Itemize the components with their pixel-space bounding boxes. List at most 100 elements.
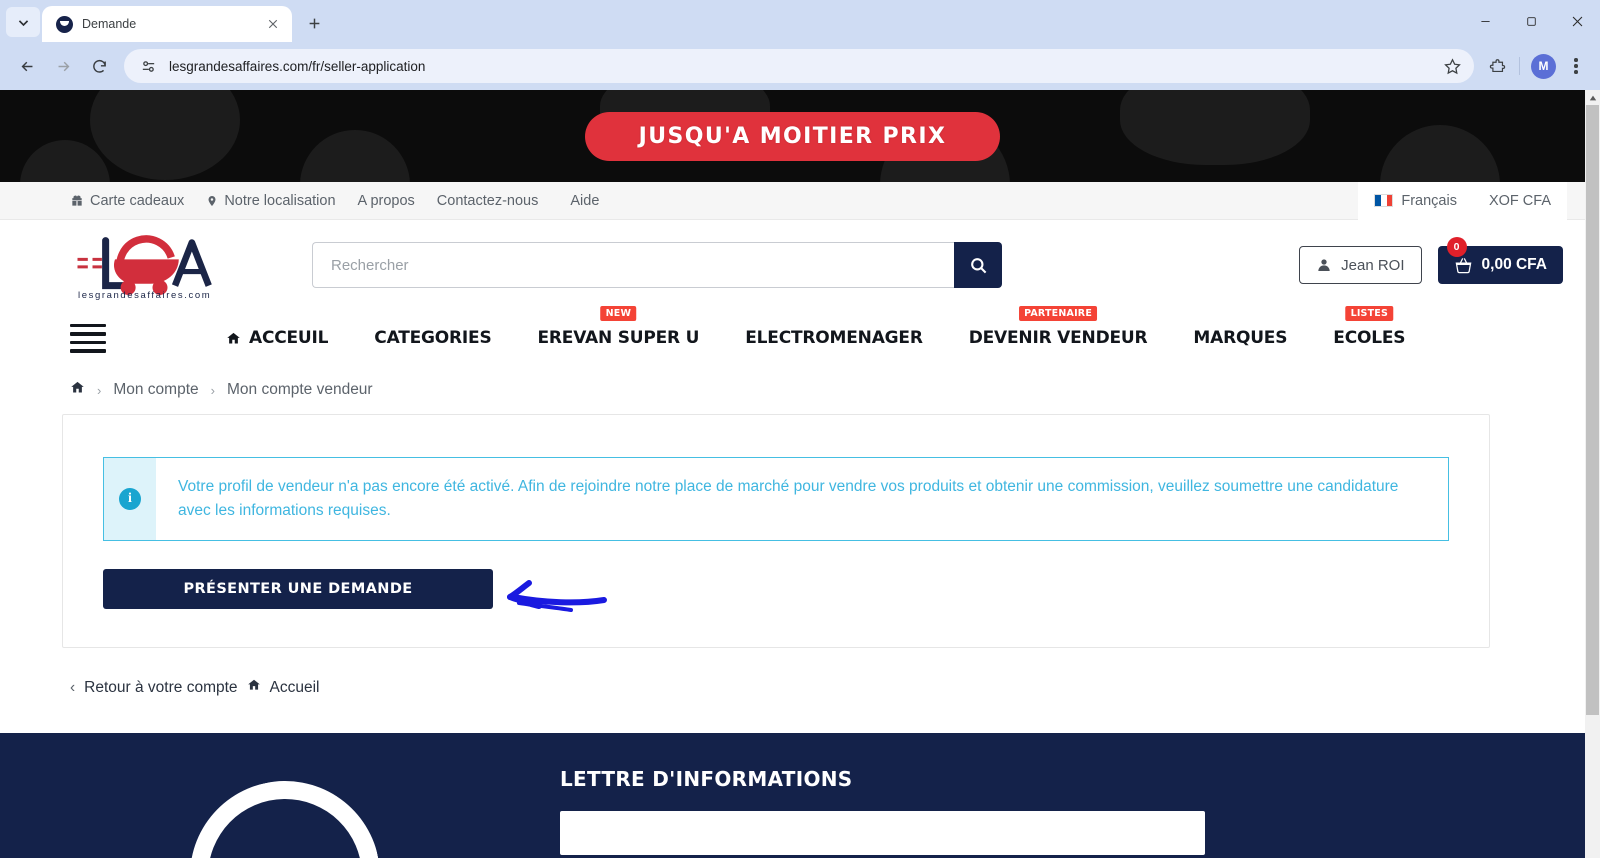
currency-selector[interactable]: XOF CFA bbox=[1472, 181, 1567, 220]
promo-banner[interactable]: JUSQU'A MOITIER PRIX bbox=[0, 90, 1585, 182]
nav-item-acceuil[interactable]: ACCEUIL bbox=[226, 328, 328, 348]
nav-label: CATEGORIES bbox=[374, 328, 492, 348]
search-input[interactable] bbox=[312, 242, 954, 288]
info-alert: i Votre profil de vendeur n'a pas encore… bbox=[103, 457, 1449, 542]
new-tab-button[interactable] bbox=[300, 9, 328, 37]
cart-amount: 0,00 CFA bbox=[1481, 256, 1547, 273]
toolbar-divider bbox=[1519, 57, 1520, 75]
language-selector[interactable]: Français bbox=[1358, 181, 1473, 220]
browser-toolbar: lesgrandesaffaires.com/fr/seller-applica… bbox=[0, 42, 1600, 90]
submit-application-button[interactable]: PRÉSENTER UNE DEMANDE bbox=[103, 569, 493, 610]
account-name: Jean ROI bbox=[1341, 256, 1405, 274]
nav-item-erevan-super-u[interactable]: NEW EREVAN SUPER U bbox=[537, 306, 700, 348]
site-header: lesgrandesaffaires.com Jean ROI 0 bbox=[0, 220, 1585, 310]
page-viewport: JUSQU'A MOITIER PRIX Carte cadeaux Notre… bbox=[0, 90, 1600, 858]
nav-item-marques[interactable]: MARQUES bbox=[1193, 328, 1287, 348]
window-controls bbox=[1462, 0, 1600, 42]
page-scrollbar[interactable] bbox=[1585, 90, 1600, 858]
topbar-right: Français XOF CFA bbox=[1358, 181, 1567, 220]
bookmark-star-icon[interactable] bbox=[1443, 57, 1462, 76]
nav-label: EREVAN SUPER U bbox=[537, 328, 700, 348]
breadcrumb-item-mon-compte-vendeur[interactable]: Mon compte vendeur bbox=[227, 381, 373, 399]
reload-icon[interactable] bbox=[82, 49, 116, 83]
breadcrumb-separator: › bbox=[97, 382, 102, 398]
nav-item-electromenager[interactable]: ELECTROMENAGER bbox=[745, 328, 923, 348]
seller-application-card: i Votre profil de vendeur n'a pas encore… bbox=[62, 414, 1490, 649]
nav-item-categories[interactable]: CATEGORIES bbox=[374, 328, 491, 348]
footer-decorative-arc bbox=[172, 763, 398, 858]
main-navigation: ACCEUIL CATEGORIES NEW EREVAN SUPER U EL… bbox=[0, 306, 1585, 366]
tab-title: Demande bbox=[82, 17, 137, 31]
nav-label: ACCEUIL bbox=[249, 328, 329, 348]
nav-badge-listes: LISTES bbox=[1345, 306, 1394, 321]
basket-icon bbox=[1455, 257, 1471, 273]
french-flag-icon bbox=[1374, 194, 1394, 207]
header-actions: Jean ROI 0 0,00 CFA bbox=[1299, 237, 1563, 284]
utility-topbar: Carte cadeaux Notre localisation A propo… bbox=[0, 181, 1585, 220]
nav-badge-partenaire: PARTENAIRE bbox=[1019, 306, 1098, 321]
search-bar bbox=[312, 242, 1002, 288]
alert-message: Votre profil de vendeur n'a pas encore é… bbox=[178, 478, 1399, 520]
breadcrumb-home-icon[interactable] bbox=[70, 380, 85, 400]
site-logo[interactable]: lesgrandesaffaires.com bbox=[70, 227, 220, 303]
account-button[interactable]: Jean ROI bbox=[1299, 246, 1422, 284]
topbar-label: Notre localisation bbox=[224, 192, 336, 209]
newsletter-title: LETTRE D'INFORMATIONS bbox=[560, 767, 853, 792]
site-settings-icon[interactable] bbox=[140, 58, 157, 75]
nav-label: MARQUES bbox=[1193, 328, 1288, 348]
breadcrumb: › Mon compte › Mon compte vendeur bbox=[0, 366, 1585, 414]
nav-item-ecoles[interactable]: LISTES ECOLES bbox=[1333, 306, 1406, 348]
breadcrumb-separator: › bbox=[210, 382, 215, 398]
promo-pill[interactable]: JUSQU'A MOITIER PRIX bbox=[584, 111, 1001, 161]
topbar-links: Carte cadeaux Notre localisation A propo… bbox=[70, 193, 599, 209]
apply-button-row: PRÉSENTER UNE DEMANDE bbox=[103, 569, 1449, 613]
back-icon[interactable] bbox=[10, 49, 44, 83]
cart-count-badge: 0 bbox=[1446, 237, 1467, 257]
newsletter-email-input[interactable] bbox=[560, 811, 1205, 856]
back-chevron-icon: ‹ bbox=[70, 678, 76, 696]
topbar-item-help[interactable]: Aide bbox=[570, 193, 599, 209]
profile-avatar[interactable]: M bbox=[1531, 53, 1556, 79]
home-icon bbox=[227, 332, 240, 343]
topbar-item-contact[interactable]: Contactez-nous bbox=[437, 193, 539, 209]
nav-label: DEVENIR VENDEUR bbox=[968, 328, 1148, 348]
info-icon: i bbox=[104, 458, 156, 541]
nav-items: ACCEUIL CATEGORIES NEW EREVAN SUPER U EL… bbox=[226, 306, 1406, 348]
nav-label: ELECTROMENAGER bbox=[745, 328, 923, 348]
search-button[interactable] bbox=[954, 242, 1002, 288]
topbar-item-location[interactable]: Notre localisation bbox=[206, 192, 336, 209]
extensions-icon[interactable] bbox=[1482, 51, 1512, 81]
address-bar[interactable]: lesgrandesaffaires.com/fr/seller-applica… bbox=[124, 49, 1474, 83]
cart-button[interactable]: 0 0,00 CFA bbox=[1437, 237, 1563, 284]
topbar-item-gift-card[interactable]: Carte cadeaux bbox=[70, 193, 184, 209]
minimize-icon[interactable] bbox=[1462, 0, 1508, 42]
browser-window: Demande lesgrandesaffaires.com/fr/seller… bbox=[0, 0, 1600, 858]
tab-strip: Demande bbox=[0, 0, 1600, 42]
maximize-icon[interactable] bbox=[1508, 0, 1554, 42]
tab-search-chevron-icon[interactable] bbox=[6, 7, 40, 37]
site-footer: LETTRE D'INFORMATIONS bbox=[0, 733, 1585, 858]
back-to-account-link[interactable]: Retour à votre compte bbox=[84, 679, 237, 697]
hamburger-menu-icon[interactable] bbox=[70, 323, 106, 353]
nav-badge-new: NEW bbox=[600, 306, 637, 321]
footer-links: ‹ Retour à votre compte Accueil bbox=[0, 648, 1585, 697]
browser-menu-icon[interactable] bbox=[1562, 51, 1590, 81]
person-icon bbox=[1318, 259, 1330, 271]
blue-arrow-annotation bbox=[507, 580, 607, 613]
breadcrumb-item-mon-compte[interactable]: Mon compte bbox=[113, 381, 198, 399]
forward-icon[interactable] bbox=[46, 49, 80, 83]
home-link[interactable]: Accueil bbox=[270, 679, 320, 697]
site-favicon bbox=[56, 15, 73, 33]
home-icon bbox=[247, 678, 261, 697]
scroll-up-arrow-icon[interactable] bbox=[1585, 90, 1600, 105]
topbar-label: Carte cadeaux bbox=[90, 192, 185, 209]
browser-tab[interactable]: Demande bbox=[42, 6, 292, 42]
topbar-item-about[interactable]: A propos bbox=[358, 193, 415, 209]
language-label: Français bbox=[1401, 192, 1457, 209]
nav-item-devenir-vendeur[interactable]: PARTENAIRE DEVENIR VENDEUR bbox=[968, 306, 1148, 348]
nav-label: ECOLES bbox=[1333, 328, 1406, 348]
url-text: lesgrandesaffaires.com/fr/seller-applica… bbox=[169, 58, 426, 74]
scrollbar-thumb[interactable] bbox=[1586, 105, 1599, 715]
window-close-icon[interactable] bbox=[1554, 0, 1600, 42]
close-icon[interactable] bbox=[264, 15, 282, 33]
